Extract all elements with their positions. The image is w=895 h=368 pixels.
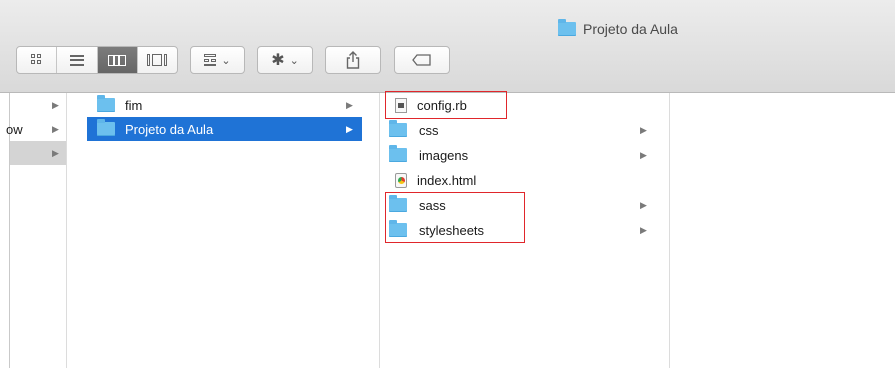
tag-icon <box>412 54 431 66</box>
arrange-icon <box>204 54 217 66</box>
list-icon <box>69 54 84 66</box>
coverflow-icon <box>147 54 168 66</box>
view-mode-segmented-control[interactable] <box>16 46 178 74</box>
grid-icon <box>30 54 43 66</box>
disclosure-arrow-icon: ▶ <box>640 124 647 135</box>
coverflow-view-button[interactable] <box>138 47 177 73</box>
browser-column-2: fim ▶ Projeto da Aula ▶ <box>67 93 380 368</box>
disclosure-arrow-icon: ▶ <box>640 199 647 210</box>
chevron-down-icon: ⌄ <box>221 54 231 67</box>
list-item-label: css <box>419 122 439 138</box>
disclosure-arrow-icon: ▶ <box>346 99 353 110</box>
list-item[interactable]: ow ▶ <box>0 117 66 141</box>
list-item-selected[interactable]: ▶ <box>10 141 66 165</box>
list-item-css[interactable]: css ▶ <box>380 118 669 142</box>
tags-button[interactable] <box>394 46 450 74</box>
list-item-label: Projeto da Aula <box>125 121 214 137</box>
window-title-text: Projeto da Aula <box>583 21 678 37</box>
disclosure-arrow-icon: ▶ <box>346 123 353 134</box>
list-item[interactable]: ▶ <box>0 93 66 117</box>
window-toolbar: Projeto da Aula ⌄ ✱ ⌄ <box>0 0 895 93</box>
folder-icon <box>389 145 407 162</box>
action-button[interactable]: ✱ ⌄ <box>257 46 313 74</box>
folder-icon <box>97 119 115 136</box>
list-item-fim[interactable]: fim ▶ <box>67 93 379 117</box>
list-item-label: imagens <box>419 147 469 163</box>
list-item-label: fim <box>125 97 143 113</box>
folder-icon <box>97 95 115 112</box>
columns-icon <box>108 54 127 66</box>
highlight-box-config <box>385 91 507 119</box>
browser-column-3: config.rb css ▶ imagens ▶ index.html sas… <box>380 91 670 368</box>
disclosure-arrow-icon: ▶ <box>52 123 59 134</box>
list-item-projeto-da-aula[interactable]: Projeto da Aula ▶ <box>87 117 362 141</box>
column-view-button[interactable] <box>97 47 138 73</box>
gear-icon: ✱ <box>271 52 285 69</box>
arrange-button[interactable]: ⌄ <box>190 46 245 74</box>
list-item-index-html[interactable]: index.html <box>380 168 669 192</box>
folder-icon <box>558 19 576 36</box>
browser-column-1: ▶ ow ▶ ▶ <box>0 93 67 368</box>
column-browser: ▶ ow ▶ ▶ fim ▶ Projeto da Aula ▶ config.… <box>0 91 895 368</box>
share-icon <box>346 51 360 69</box>
list-item-imagens[interactable]: imagens ▶ <box>380 143 669 167</box>
browser-column-4 <box>670 93 895 368</box>
list-item-label: index.html <box>417 172 477 188</box>
list-item-label: ow <box>6 121 23 137</box>
folder-icon <box>389 120 407 137</box>
list-view-button[interactable] <box>57 47 98 73</box>
share-button[interactable] <box>325 46 381 74</box>
chevron-down-icon: ⌄ <box>289 54 299 67</box>
icon-view-button[interactable] <box>17 47 58 73</box>
highlight-box-sass-stylesheets <box>385 192 525 243</box>
disclosure-arrow-icon: ▶ <box>52 147 59 158</box>
disclosure-arrow-icon: ▶ <box>52 99 59 110</box>
disclosure-arrow-icon: ▶ <box>640 149 647 160</box>
html-file-icon <box>395 172 407 188</box>
disclosure-arrow-icon: ▶ <box>640 224 647 235</box>
window-title: Projeto da Aula <box>558 19 678 38</box>
